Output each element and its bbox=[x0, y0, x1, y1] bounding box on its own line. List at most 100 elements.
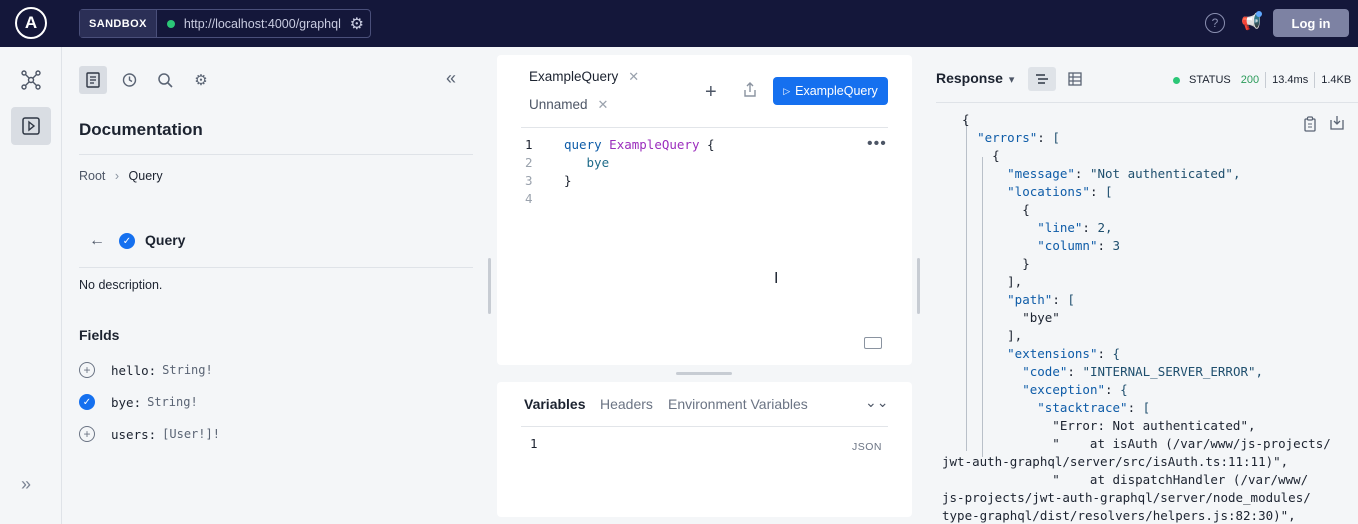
json-line: "locations": [ bbox=[1007, 184, 1113, 199]
field-row-hello[interactable]: + hello: String! bbox=[79, 362, 213, 378]
schema-icon[interactable] bbox=[11, 61, 51, 99]
line-number: 2 bbox=[525, 155, 533, 170]
variables-editor-line-number[interactable]: 1 bbox=[530, 436, 538, 451]
history-icon[interactable] bbox=[115, 66, 143, 94]
more-options-icon[interactable]: ••• bbox=[867, 135, 887, 153]
settings-gear-icon[interactable]: ⚙ bbox=[187, 66, 215, 94]
json-view-icon[interactable] bbox=[1028, 67, 1056, 91]
help-icon[interactable]: ? bbox=[1205, 13, 1225, 33]
json-line: "bye" bbox=[962, 310, 1060, 325]
variables-panel: Variables Headers Environment Variables … bbox=[497, 382, 912, 517]
explorer-icon[interactable] bbox=[11, 107, 51, 145]
field-row-users[interactable]: + users: [User!]! bbox=[79, 426, 220, 442]
login-button[interactable]: Log in bbox=[1273, 9, 1349, 37]
json-line: "errors": [ bbox=[977, 130, 1060, 145]
documentation-panel: ⚙ « Documentation Root › Query ← ✓ Query… bbox=[63, 47, 488, 524]
breadcrumb: Root › Query bbox=[79, 169, 163, 183]
field-name: hello: bbox=[111, 362, 157, 378]
divider bbox=[521, 426, 888, 427]
remove-field-check-icon[interactable]: ✓ bbox=[79, 394, 95, 410]
connection-settings-icon[interactable]: ⚙ bbox=[350, 14, 364, 34]
json-line: ], bbox=[962, 274, 1023, 289]
add-field-icon[interactable]: + bbox=[79, 426, 95, 442]
json-line: type-graphql/dist/resolvers/helpers.js:8… bbox=[942, 508, 1296, 523]
response-dropdown[interactable]: Response ▾ bbox=[936, 70, 1014, 86]
operation-editor: ExampleQuery ✕ Unnamed ✕ + ▷ ExampleQuery 1… bbox=[497, 55, 912, 365]
tab-unnamed[interactable]: Unnamed ✕ bbox=[529, 97, 608, 113]
documentation-title: Documentation bbox=[79, 120, 203, 139]
field-name: bye: bbox=[111, 394, 142, 410]
json-line: "code": "INTERNAL_SERVER_ERROR", bbox=[1022, 364, 1264, 379]
chevron-down-icon: ▾ bbox=[1008, 74, 1015, 86]
response-json-viewer[interactable]: { "errors": [ { "message": "Not authenti… bbox=[942, 111, 1331, 524]
collapse-panel-icon[interactable]: « bbox=[446, 68, 456, 89]
expand-sidebar-icon[interactable]: » bbox=[21, 474, 31, 495]
response-title: Response bbox=[936, 70, 1003, 86]
code-line: 1 query ExampleQuery { bbox=[525, 136, 715, 154]
json-line: "message": "Not authenticated", bbox=[1007, 166, 1241, 181]
json-line: } bbox=[962, 256, 1030, 271]
close-tab-icon[interactable]: ✕ bbox=[598, 97, 609, 112]
status-dot-icon bbox=[1173, 76, 1180, 84]
apollo-logo-icon[interactable]: A bbox=[15, 7, 47, 39]
divider bbox=[79, 154, 473, 155]
new-tab-plus-icon[interactable]: + bbox=[705, 81, 717, 104]
status-label: STATUS bbox=[1189, 74, 1231, 86]
back-arrow-icon[interactable]: ← bbox=[89, 232, 105, 250]
vertical-resize-handle[interactable] bbox=[676, 372, 732, 375]
code-editor[interactable]: 1 query ExampleQuery { 2 bye 3} 4 bbox=[525, 136, 715, 208]
json-line: ], bbox=[962, 328, 1023, 343]
divider bbox=[521, 127, 888, 128]
field-type[interactable]: String! bbox=[147, 395, 198, 409]
response-time: 13.4ms bbox=[1272, 74, 1309, 86]
response-status: STATUS 200 13.4ms 1.4KB bbox=[1173, 72, 1351, 88]
tab-variables[interactable]: Variables bbox=[524, 396, 586, 412]
search-icon[interactable] bbox=[151, 66, 179, 94]
collapse-chevron-icon[interactable]: ⌄⌄ bbox=[865, 394, 888, 411]
response-panel: Response ▾ STATUS 200 13.4ms 1.4KB { "err… bbox=[920, 47, 1358, 524]
tab-environment-variables[interactable]: Environment Variables bbox=[668, 396, 808, 412]
check-circle-icon: ✓ bbox=[119, 233, 135, 249]
share-icon[interactable] bbox=[743, 82, 757, 102]
close-tab-icon[interactable]: ✕ bbox=[628, 69, 639, 84]
json-line: "Error: Not authenticated", bbox=[962, 418, 1256, 433]
tab-headers[interactable]: Headers bbox=[600, 396, 653, 412]
keyboard-shortcuts-icon[interactable] bbox=[864, 337, 882, 349]
sandbox-badge: SANDBOX bbox=[80, 10, 157, 37]
endpoint-url[interactable]: http://localhost:4000/graphql bbox=[184, 17, 341, 31]
line-number: 4 bbox=[525, 191, 533, 206]
add-field-icon[interactable]: + bbox=[79, 362, 95, 378]
json-line: "extensions": { bbox=[1007, 346, 1121, 361]
field-type[interactable]: String! bbox=[162, 363, 213, 377]
code-line: 2 bye bbox=[525, 154, 715, 172]
format-label: JSON bbox=[852, 441, 883, 453]
endpoint-selector[interactable]: SANDBOX http://localhost:4000/graphql ⚙ bbox=[79, 9, 371, 38]
json-line: { bbox=[962, 148, 1000, 163]
divider bbox=[936, 102, 1358, 103]
breadcrumb-query: Query bbox=[128, 169, 163, 183]
table-view-icon[interactable] bbox=[1061, 67, 1089, 91]
fields-heading: Fields bbox=[79, 327, 120, 343]
text-cursor-icon: I bbox=[774, 270, 779, 287]
code-line: 4 bbox=[525, 190, 715, 208]
response-size: 1.4KB bbox=[1321, 74, 1352, 86]
code-keyword: query bbox=[564, 137, 602, 152]
field-row-bye[interactable]: ✓ bye: String! bbox=[79, 394, 198, 410]
download-icon[interactable] bbox=[1330, 115, 1344, 134]
json-line: " at isAuth (/var/www/js-projects/ bbox=[962, 436, 1331, 451]
json-line: jwt-auth-graphql/server/src/isAuth.ts:11… bbox=[942, 454, 1289, 469]
run-operation-button[interactable]: ▷ ExampleQuery bbox=[773, 77, 888, 105]
field-type[interactable]: [User!]! bbox=[162, 427, 220, 441]
breadcrumb-root[interactable]: Root bbox=[79, 169, 105, 183]
panel-resize-handle[interactable] bbox=[488, 258, 491, 314]
documentation-icon[interactable] bbox=[79, 66, 107, 94]
type-title: Query bbox=[145, 232, 186, 248]
line-number: 1 bbox=[525, 137, 533, 152]
top-bar: A SANDBOX http://localhost:4000/graphql … bbox=[0, 0, 1358, 47]
tab-example-query[interactable]: ExampleQuery ✕ bbox=[529, 69, 639, 85]
notification-dot bbox=[1256, 11, 1262, 17]
code-line: 3} bbox=[525, 172, 715, 190]
connection-status-icon bbox=[166, 19, 175, 28]
tab-label: Unnamed bbox=[529, 97, 588, 112]
left-rail: » bbox=[0, 47, 62, 524]
